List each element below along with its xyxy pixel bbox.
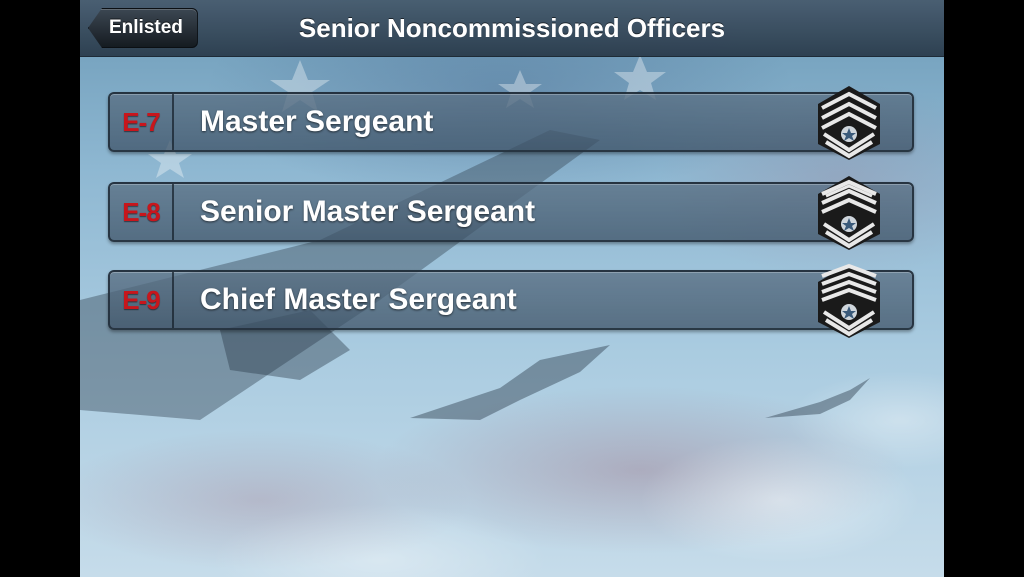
grade-label: E-8 [122,196,160,227]
grade-label: E-7 [122,106,160,137]
grade-cell: E-7 [110,94,174,150]
rank-title: Senior Master Sergeant [200,195,536,228]
app-screen: Enlisted Senior Noncommissioned Officers… [80,0,944,577]
page-title: Senior Noncommissioned Officers [298,13,726,43]
grade-cell: E-9 [110,272,174,328]
rank-row-chief-master-sergeant[interactable]: E-9 Chief Master Sergeant [108,263,914,338]
rank-row-master-sergeant[interactable]: E-7 Master Sergeant [108,86,914,160]
grade-label: E-9 [122,284,160,315]
navigation-bar: Enlisted Senior Noncommissioned Officers [80,0,944,57]
rank-title: Master Sergeant [200,105,434,138]
rank-row-senior-master-sergeant[interactable]: E-8 Senior Master Sergeant [108,176,914,250]
grade-cell: E-8 [110,184,174,240]
device-frame: Enlisted Senior Noncommissioned Officers… [0,0,1024,577]
master-sergeant-chevron-icon [818,86,880,160]
chief-master-sergeant-chevron-icon [818,263,880,338]
rank-title: Chief Master Sergeant [200,283,517,316]
senior-master-sergeant-chevron-icon [818,176,880,250]
